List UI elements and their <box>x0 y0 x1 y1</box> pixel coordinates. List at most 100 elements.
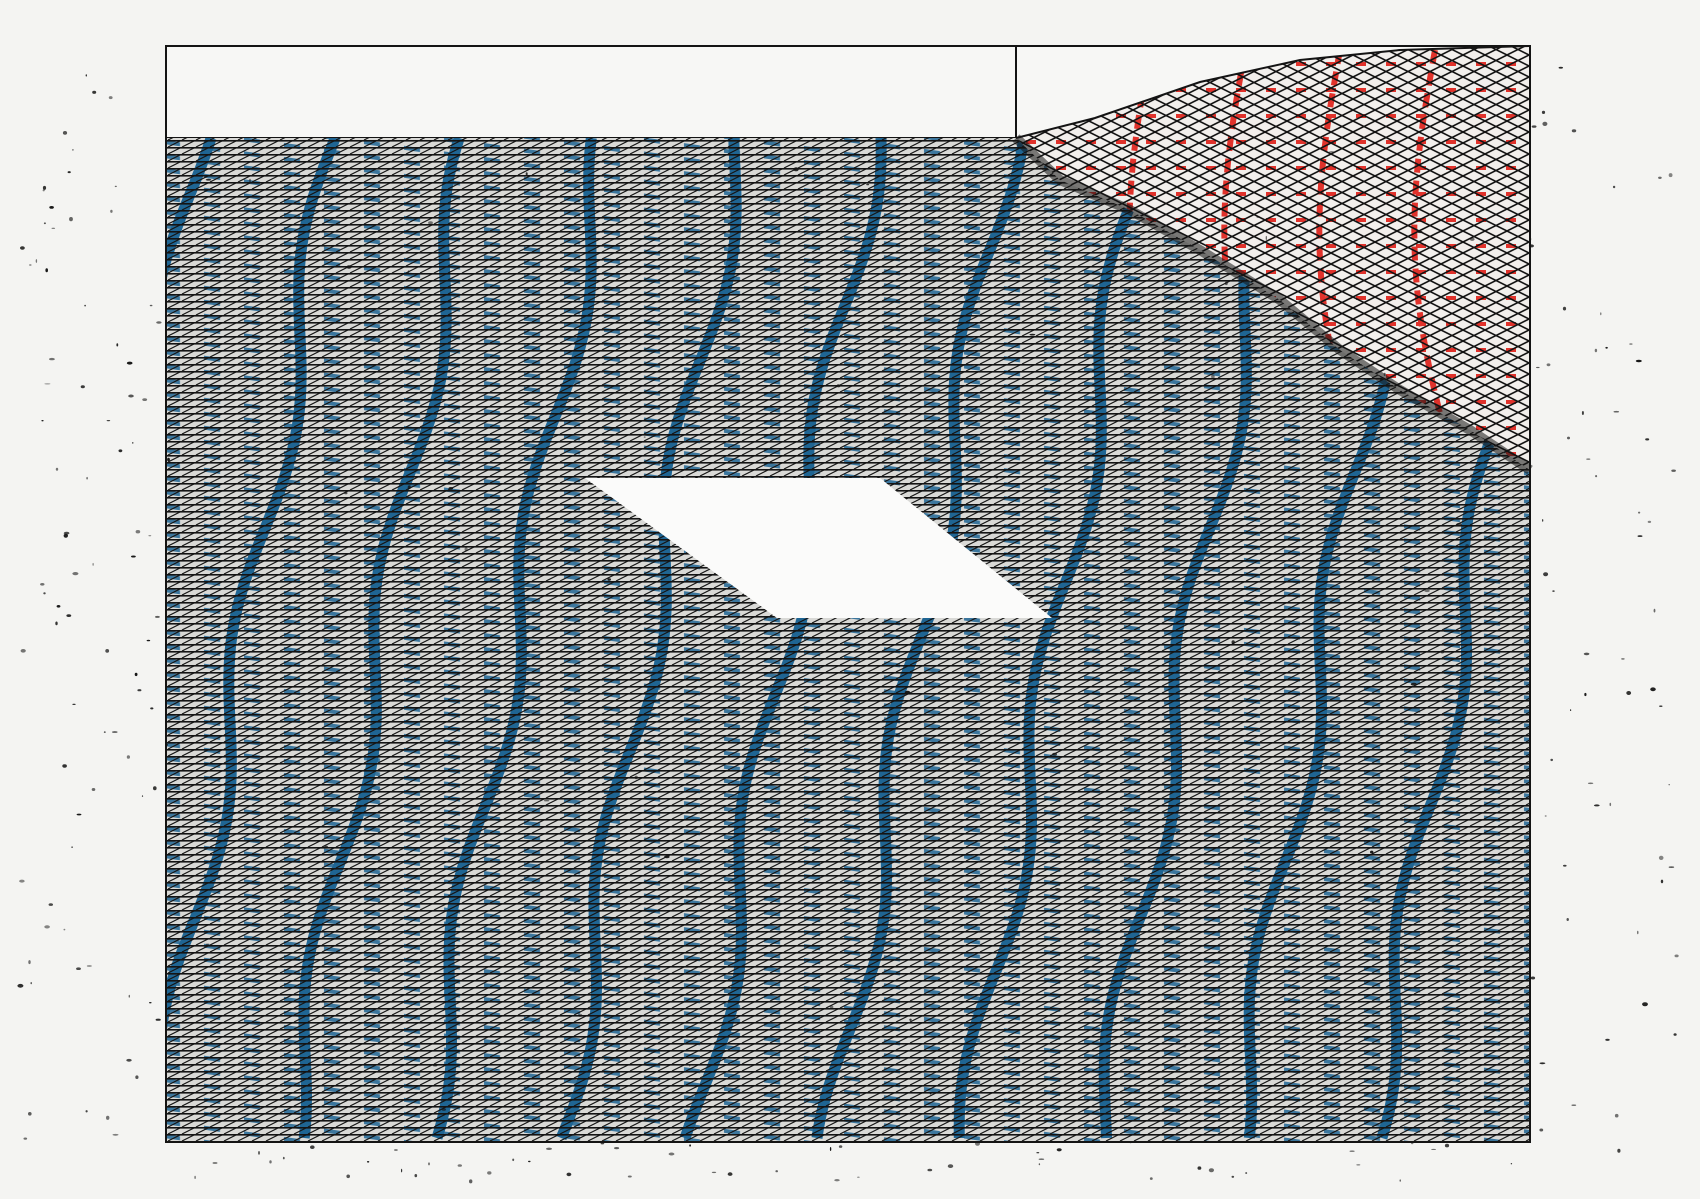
ink-speck <box>20 649 26 653</box>
ink-speck <box>1329 151 1335 153</box>
ink-speck <box>346 1174 351 1179</box>
ink-speck <box>72 703 76 705</box>
ink-speck <box>43 592 46 595</box>
ink-speck <box>829 1005 834 1009</box>
ink-speck <box>1650 687 1656 692</box>
ink-speck <box>1671 469 1676 472</box>
ink-speck <box>1465 544 1469 548</box>
ink-speck <box>1539 1128 1544 1132</box>
ink-speck <box>30 982 32 985</box>
ink-speck <box>62 764 67 768</box>
ink-speck <box>126 361 133 365</box>
ink-speck <box>128 994 130 998</box>
ink-speck <box>1052 752 1057 756</box>
ink-speck <box>105 649 110 653</box>
ink-speck <box>1668 784 1670 786</box>
ink-speck <box>126 1058 132 1062</box>
ink-speck <box>975 1141 980 1146</box>
ink-speck <box>1642 1002 1648 1007</box>
ink-speck <box>857 1176 860 1178</box>
ink-speck <box>1038 1158 1045 1160</box>
ink-speck <box>92 562 94 566</box>
ink-speck <box>118 449 123 453</box>
ink-speck <box>448 487 454 490</box>
ink-speck <box>116 343 119 347</box>
ink-speck <box>947 1164 954 1168</box>
ink-speck <box>205 178 212 181</box>
ink-speck <box>1617 1148 1621 1153</box>
ink-speck <box>1256 216 1260 218</box>
ink-speck <box>135 1075 139 1079</box>
ink-speck <box>84 304 86 307</box>
ink-speck <box>904 690 911 695</box>
ink-speck <box>927 1168 933 1172</box>
ink-speck <box>457 1164 462 1167</box>
ink-speck <box>282 1156 285 1160</box>
ink-speck <box>165 744 168 746</box>
ink-speck <box>1600 312 1602 316</box>
ink-speck <box>1635 359 1642 363</box>
ink-speck <box>1129 1141 1132 1144</box>
ink-speck <box>1356 1164 1361 1166</box>
ink-speck <box>142 398 148 401</box>
ink-speck <box>1605 1038 1610 1041</box>
ink-speck <box>269 1160 272 1164</box>
ink-speck <box>1544 815 1547 817</box>
ink-speck <box>126 755 130 759</box>
ink-speck <box>394 1149 398 1151</box>
ink-speck <box>543 800 550 802</box>
ink-speck <box>28 1112 32 1116</box>
ink-speck <box>995 475 999 479</box>
ink-speck <box>1370 850 1374 854</box>
ink-speck <box>63 531 70 535</box>
ink-speck <box>1621 658 1625 660</box>
ink-speck <box>76 967 81 970</box>
ink-speck <box>630 529 633 532</box>
ink-speck <box>56 605 61 608</box>
ink-speck <box>1431 1148 1436 1150</box>
ink-speck <box>29 264 32 266</box>
ink-speck <box>92 90 97 94</box>
ink-speck <box>1563 864 1567 867</box>
ink-speck <box>55 467 59 471</box>
ink-speck <box>48 903 53 906</box>
ink-speck <box>643 436 646 438</box>
ink-speck <box>141 795 144 797</box>
ink-speck <box>1530 976 1536 980</box>
ink-speck <box>441 1108 446 1111</box>
ink-speck <box>1584 692 1587 697</box>
ink-speck <box>1542 121 1548 126</box>
ink-speck <box>1586 458 1591 460</box>
ink-speck <box>80 385 85 389</box>
ink-speck <box>1542 519 1544 522</box>
ink-speck <box>1231 1175 1235 1178</box>
ink-speck <box>1637 535 1643 537</box>
ink-speck <box>150 707 154 710</box>
ink-speck <box>131 555 136 558</box>
ink-speck <box>1488 537 1491 540</box>
ink-speck <box>1571 129 1577 133</box>
ink-speck <box>35 259 38 263</box>
ink-speck <box>69 217 73 222</box>
ink-speck <box>1546 363 1551 367</box>
ink-speck <box>1528 244 1534 248</box>
ink-speck <box>49 206 54 209</box>
ink-speck <box>1550 758 1553 762</box>
ink-speck <box>727 1172 733 1176</box>
ink-speck <box>155 615 160 618</box>
ink-speck <box>1383 372 1386 376</box>
ink-speck <box>1659 705 1663 707</box>
ink-speck <box>1510 938 1514 941</box>
ink-speck <box>1658 176 1662 179</box>
ink-speck <box>1541 110 1546 114</box>
ink-speck <box>258 1151 260 1155</box>
ink-speck <box>20 246 25 250</box>
ink-speck <box>135 530 141 534</box>
ink-speck <box>1054 888 1061 891</box>
ink-speck <box>512 1158 515 1162</box>
ink-speck <box>153 786 157 791</box>
ink-speck <box>1181 1046 1187 1048</box>
ink-speck <box>49 357 55 361</box>
ink-speck <box>432 1064 438 1067</box>
ink-speck <box>1149 1177 1153 1180</box>
